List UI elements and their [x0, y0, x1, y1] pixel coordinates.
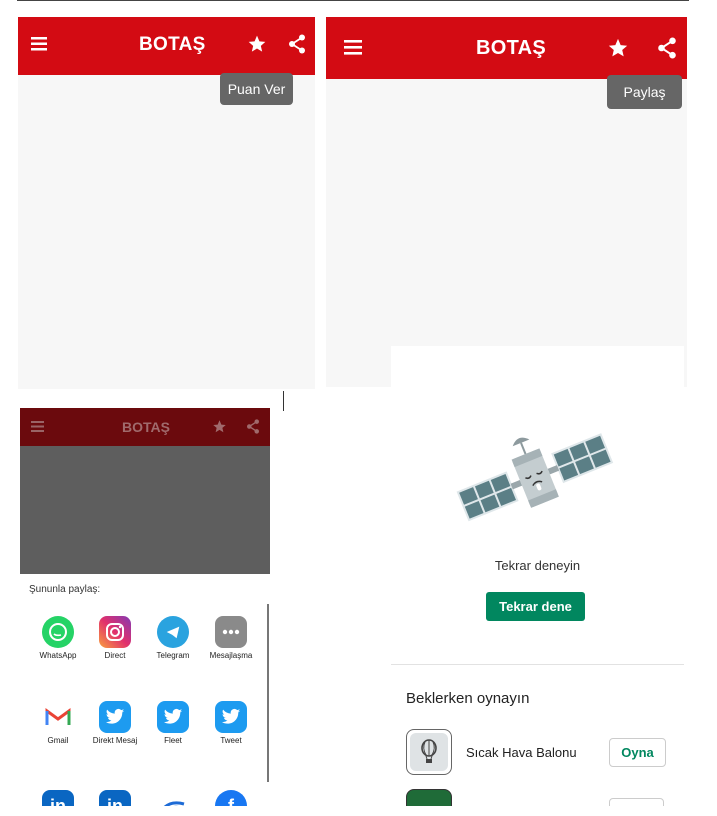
share-icon[interactable] [288, 34, 306, 54]
share-target-tweet[interactable]: Tweet [202, 701, 260, 745]
share-icon[interactable] [657, 37, 677, 59]
share-target-label: Direct [104, 651, 126, 660]
screen-share-tooltip: BOTAŞ Paylaş [326, 17, 687, 387]
app-bar: BOTAŞ [20, 408, 270, 446]
share-target-partial[interactable]: in [86, 790, 144, 806]
game-row[interactable]: Sıcak Hava Balonu Oyna [406, 729, 676, 777]
game-name: Sıcak Hava Balonu [466, 745, 577, 760]
share-icon[interactable] [246, 419, 260, 434]
share-target-partial[interactable]: in [29, 790, 87, 806]
satellite-illustration [455, 428, 617, 537]
share-target-fleet[interactable]: Fleet [144, 701, 202, 745]
twitter-icon [215, 701, 247, 733]
share-target-label: Direkt Mesaj [92, 736, 138, 745]
star-icon[interactable] [607, 37, 629, 59]
top-rule [17, 0, 689, 1]
menu-icon[interactable] [344, 40, 362, 55]
share-target-whatsapp[interactable]: WhatsApp [29, 616, 87, 660]
screen-offline: Tekrar deneyin Tekrar dene Beklerken oyn… [391, 346, 684, 806]
screen-share-sheet: BOTAŞ Şununla paylaş: WhatsApp Direct Tele… [20, 408, 270, 806]
share-target-label: Fleet [164, 736, 182, 745]
whatsapp-icon [42, 616, 74, 648]
balloon-game-icon [406, 729, 452, 775]
share-target-telegram[interactable]: Telegram [144, 616, 202, 660]
tooltip: Paylaş [607, 75, 682, 109]
play-button[interactable] [609, 798, 664, 806]
twitter-icon [157, 701, 189, 733]
app-bar: BOTAŞ [18, 17, 315, 75]
section-title: Beklerken oynayın [406, 690, 530, 707]
star-icon[interactable] [212, 419, 227, 434]
menu-icon[interactable] [31, 421, 44, 432]
twitter-icon [99, 701, 131, 733]
divider [391, 664, 684, 665]
share-header: Şununla paylaş: [29, 584, 101, 595]
gmail-icon [42, 701, 74, 733]
retry-button[interactable]: Tekrar dene [486, 592, 585, 621]
cursor-mark [283, 391, 284, 411]
app-title: BOTAŞ [476, 37, 547, 59]
hoop-icon [157, 790, 189, 806]
share-target-direkt-mesaj[interactable]: Direkt Mesaj [86, 701, 144, 745]
game-row-partial[interactable] [406, 789, 676, 806]
screen-rate: BOTAŞ Puan Ver [18, 17, 315, 389]
tooltip: Puan Ver [220, 73, 293, 105]
error-text: Tekrar deneyin [494, 558, 581, 573]
share-target-label: Tweet [220, 736, 242, 745]
share-target-gmail[interactable]: Gmail [29, 701, 87, 745]
play-button[interactable]: Oyna [609, 738, 666, 767]
share-target-label: Gmail [47, 736, 69, 745]
share-target-partial[interactable] [144, 790, 202, 806]
share-sheet: Şununla paylaş: WhatsApp Direct Telegram Me… [20, 574, 270, 806]
star-icon[interactable] [247, 34, 267, 54]
app-title: BOTAŞ [122, 419, 170, 435]
cards-game-icon [406, 789, 452, 806]
app-title: BOTAŞ [139, 34, 206, 55]
share-target-label: Mesajlaşma [209, 651, 253, 660]
scrollbar[interactable] [267, 604, 269, 782]
messages-icon [215, 616, 247, 648]
share-target-partial[interactable]: f [202, 790, 260, 806]
scrim [20, 446, 270, 574]
share-target-direct[interactable]: Direct [86, 616, 144, 660]
menu-icon[interactable] [31, 37, 47, 51]
share-target-mesajlaşma[interactable]: Mesajlaşma [202, 616, 260, 660]
linkedin-icon: in [99, 790, 131, 806]
linkedin-icon: in [42, 790, 74, 806]
telegram-icon [157, 616, 189, 648]
facebook-icon: f [215, 790, 247, 806]
share-target-label: Telegram [156, 651, 190, 660]
app-bar: BOTAŞ [326, 17, 687, 79]
instagram-icon [99, 616, 131, 648]
share-target-label: WhatsApp [39, 651, 77, 660]
